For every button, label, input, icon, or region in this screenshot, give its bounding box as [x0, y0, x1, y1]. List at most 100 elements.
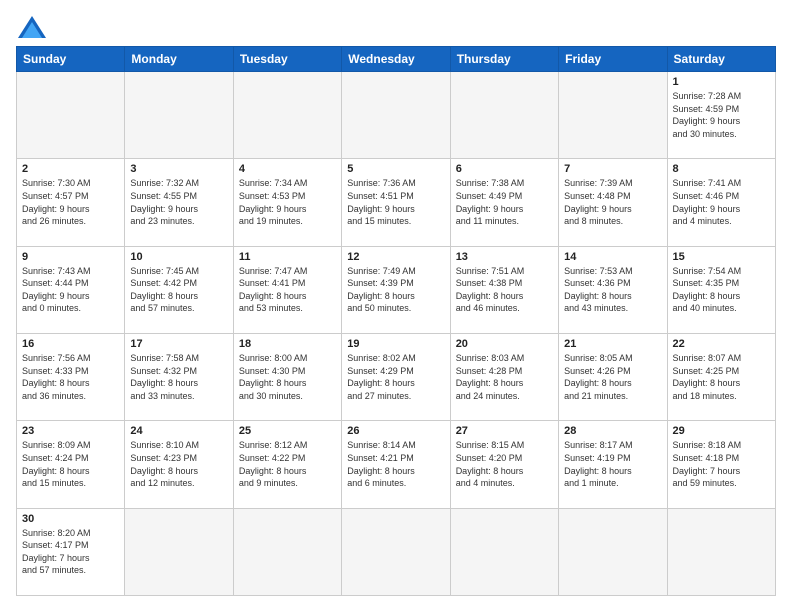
day-number: 9	[22, 251, 119, 263]
header-row: Sunday Monday Tuesday Wednesday Thursday…	[17, 47, 776, 72]
day-cell	[559, 72, 667, 159]
day-cell: 1Sunrise: 7:28 AM Sunset: 4:59 PM Daylig…	[667, 72, 775, 159]
day-cell	[559, 508, 667, 595]
day-cell	[233, 508, 341, 595]
day-number: 12	[347, 251, 444, 263]
day-cell: 24Sunrise: 8:10 AM Sunset: 4:23 PM Dayli…	[125, 421, 233, 508]
day-number: 22	[673, 338, 770, 350]
col-tuesday: Tuesday	[233, 47, 341, 72]
day-cell: 26Sunrise: 8:14 AM Sunset: 4:21 PM Dayli…	[342, 421, 450, 508]
day-info: Sunrise: 8:14 AM Sunset: 4:21 PM Dayligh…	[347, 439, 444, 489]
day-cell: 20Sunrise: 8:03 AM Sunset: 4:28 PM Dayli…	[450, 333, 558, 420]
day-info: Sunrise: 7:51 AM Sunset: 4:38 PM Dayligh…	[456, 265, 553, 315]
day-number: 23	[22, 425, 119, 437]
logo-icon	[18, 16, 46, 38]
day-info: Sunrise: 7:43 AM Sunset: 4:44 PM Dayligh…	[22, 265, 119, 315]
day-info: Sunrise: 7:56 AM Sunset: 4:33 PM Dayligh…	[22, 352, 119, 402]
day-info: Sunrise: 7:30 AM Sunset: 4:57 PM Dayligh…	[22, 177, 119, 227]
day-info: Sunrise: 8:15 AM Sunset: 4:20 PM Dayligh…	[456, 439, 553, 489]
col-thursday: Thursday	[450, 47, 558, 72]
day-number: 11	[239, 251, 336, 263]
day-cell: 14Sunrise: 7:53 AM Sunset: 4:36 PM Dayli…	[559, 246, 667, 333]
day-cell: 11 Sunrise: 7:47 AM Sunset: 4:41 PM Dayli…	[233, 246, 341, 333]
day-info: Sunrise: 8:09 AM Sunset: 4:24 PM Dayligh…	[22, 439, 119, 489]
col-saturday: Saturday	[667, 47, 775, 72]
day-cell: 13 Sunrise: 7:51 AM Sunset: 4:38 PM Dayli…	[450, 246, 558, 333]
day-cell: 7Sunrise: 7:39 AM Sunset: 4:48 PM Daylig…	[559, 159, 667, 246]
day-number: 28	[564, 425, 661, 437]
day-cell: 23 Sunrise: 8:09 AM Sunset: 4:24 PM Dayli…	[17, 421, 125, 508]
day-number: 21	[564, 338, 661, 350]
day-cell: 25Sunrise: 8:12 AM Sunset: 4:22 PM Dayli…	[233, 421, 341, 508]
day-number: 29	[673, 425, 770, 437]
day-cell: 27 Sunrise: 8:15 AM Sunset: 4:20 PM Dayli…	[450, 421, 558, 508]
day-number: 1	[673, 76, 770, 88]
day-cell	[17, 72, 125, 159]
day-number: 5	[347, 163, 444, 175]
day-number: 10	[130, 251, 227, 263]
day-info: Sunrise: 7:41 AM Sunset: 4:46 PM Dayligh…	[673, 177, 770, 227]
day-info: Sunrise: 8:20 AM Sunset: 4:17 PM Dayligh…	[22, 527, 119, 577]
day-info: Sunrise: 8:07 AM Sunset: 4:25 PM Dayligh…	[673, 352, 770, 402]
day-cell: 6 Sunrise: 7:38 AM Sunset: 4:49 PM Daylig…	[450, 159, 558, 246]
day-info: Sunrise: 7:53 AM Sunset: 4:36 PM Dayligh…	[564, 265, 661, 315]
day-info: Sunrise: 7:34 AM Sunset: 4:53 PM Dayligh…	[239, 177, 336, 227]
week-row-1: 2 Sunrise: 7:30 AM Sunset: 4:57 PM Daylig…	[17, 159, 776, 246]
logo-text	[16, 16, 46, 38]
day-cell: 18Sunrise: 8:00 AM Sunset: 4:30 PM Dayli…	[233, 333, 341, 420]
day-info: Sunrise: 7:32 AM Sunset: 4:55 PM Dayligh…	[130, 177, 227, 227]
day-info: Sunrise: 7:36 AM Sunset: 4:51 PM Dayligh…	[347, 177, 444, 227]
col-wednesday: Wednesday	[342, 47, 450, 72]
day-cell	[125, 72, 233, 159]
day-info: Sunrise: 7:47 AM Sunset: 4:41 PM Dayligh…	[239, 265, 336, 315]
day-info: Sunrise: 7:58 AM Sunset: 4:32 PM Dayligh…	[130, 352, 227, 402]
day-info: Sunrise: 7:45 AM Sunset: 4:42 PM Dayligh…	[130, 265, 227, 315]
day-number: 8	[673, 163, 770, 175]
day-info: Sunrise: 8:03 AM Sunset: 4:28 PM Dayligh…	[456, 352, 553, 402]
day-cell	[125, 508, 233, 595]
day-cell: 3 Sunrise: 7:32 AM Sunset: 4:55 PM Daylig…	[125, 159, 233, 246]
day-number: 27	[456, 425, 553, 437]
day-info: Sunrise: 7:38 AM Sunset: 4:49 PM Dayligh…	[456, 177, 553, 227]
day-info: Sunrise: 8:02 AM Sunset: 4:29 PM Dayligh…	[347, 352, 444, 402]
day-cell	[342, 508, 450, 595]
day-info: Sunrise: 8:00 AM Sunset: 4:30 PM Dayligh…	[239, 352, 336, 402]
day-number: 7	[564, 163, 661, 175]
col-monday: Monday	[125, 47, 233, 72]
day-number: 3	[130, 163, 227, 175]
day-cell	[450, 72, 558, 159]
week-row-2: 9 Sunrise: 7:43 AM Sunset: 4:44 PM Daylig…	[17, 246, 776, 333]
logo	[16, 16, 46, 36]
day-info: Sunrise: 8:18 AM Sunset: 4:18 PM Dayligh…	[673, 439, 770, 489]
day-cell: 9 Sunrise: 7:43 AM Sunset: 4:44 PM Daylig…	[17, 246, 125, 333]
day-cell: 19 Sunrise: 8:02 AM Sunset: 4:29 PM Dayli…	[342, 333, 450, 420]
day-cell	[667, 508, 775, 595]
day-cell: 5 Sunrise: 7:36 AM Sunset: 4:51 PM Daylig…	[342, 159, 450, 246]
calendar-table: Sunday Monday Tuesday Wednesday Thursday…	[16, 46, 776, 596]
day-cell: 15Sunrise: 7:54 AM Sunset: 4:35 PM Dayli…	[667, 246, 775, 333]
day-cell	[233, 72, 341, 159]
day-cell	[342, 72, 450, 159]
day-number: 30	[22, 513, 119, 525]
day-number: 19	[347, 338, 444, 350]
week-row-0: 1Sunrise: 7:28 AM Sunset: 4:59 PM Daylig…	[17, 72, 776, 159]
day-number: 2	[22, 163, 119, 175]
week-row-4: 23 Sunrise: 8:09 AM Sunset: 4:24 PM Dayli…	[17, 421, 776, 508]
day-number: 13	[456, 251, 553, 263]
day-cell: 22 Sunrise: 8:07 AM Sunset: 4:25 PM Dayli…	[667, 333, 775, 420]
day-info: Sunrise: 8:17 AM Sunset: 4:19 PM Dayligh…	[564, 439, 661, 489]
day-cell: 12Sunrise: 7:49 AM Sunset: 4:39 PM Dayli…	[342, 246, 450, 333]
day-number: 15	[673, 251, 770, 263]
day-number: 4	[239, 163, 336, 175]
day-cell: 4 Sunrise: 7:34 AM Sunset: 4:53 PM Daylig…	[233, 159, 341, 246]
day-number: 16	[22, 338, 119, 350]
day-number: 6	[456, 163, 553, 175]
week-row-3: 16 Sunrise: 7:56 AM Sunset: 4:33 PM Dayli…	[17, 333, 776, 420]
day-cell	[450, 508, 558, 595]
day-cell: 29 Sunrise: 8:18 AM Sunset: 4:18 PM Dayli…	[667, 421, 775, 508]
day-number: 24	[130, 425, 227, 437]
day-cell: 21Sunrise: 8:05 AM Sunset: 4:26 PM Dayli…	[559, 333, 667, 420]
day-cell: 16 Sunrise: 7:56 AM Sunset: 4:33 PM Dayli…	[17, 333, 125, 420]
day-cell: 2 Sunrise: 7:30 AM Sunset: 4:57 PM Daylig…	[17, 159, 125, 246]
day-cell: 17Sunrise: 7:58 AM Sunset: 4:32 PM Dayli…	[125, 333, 233, 420]
